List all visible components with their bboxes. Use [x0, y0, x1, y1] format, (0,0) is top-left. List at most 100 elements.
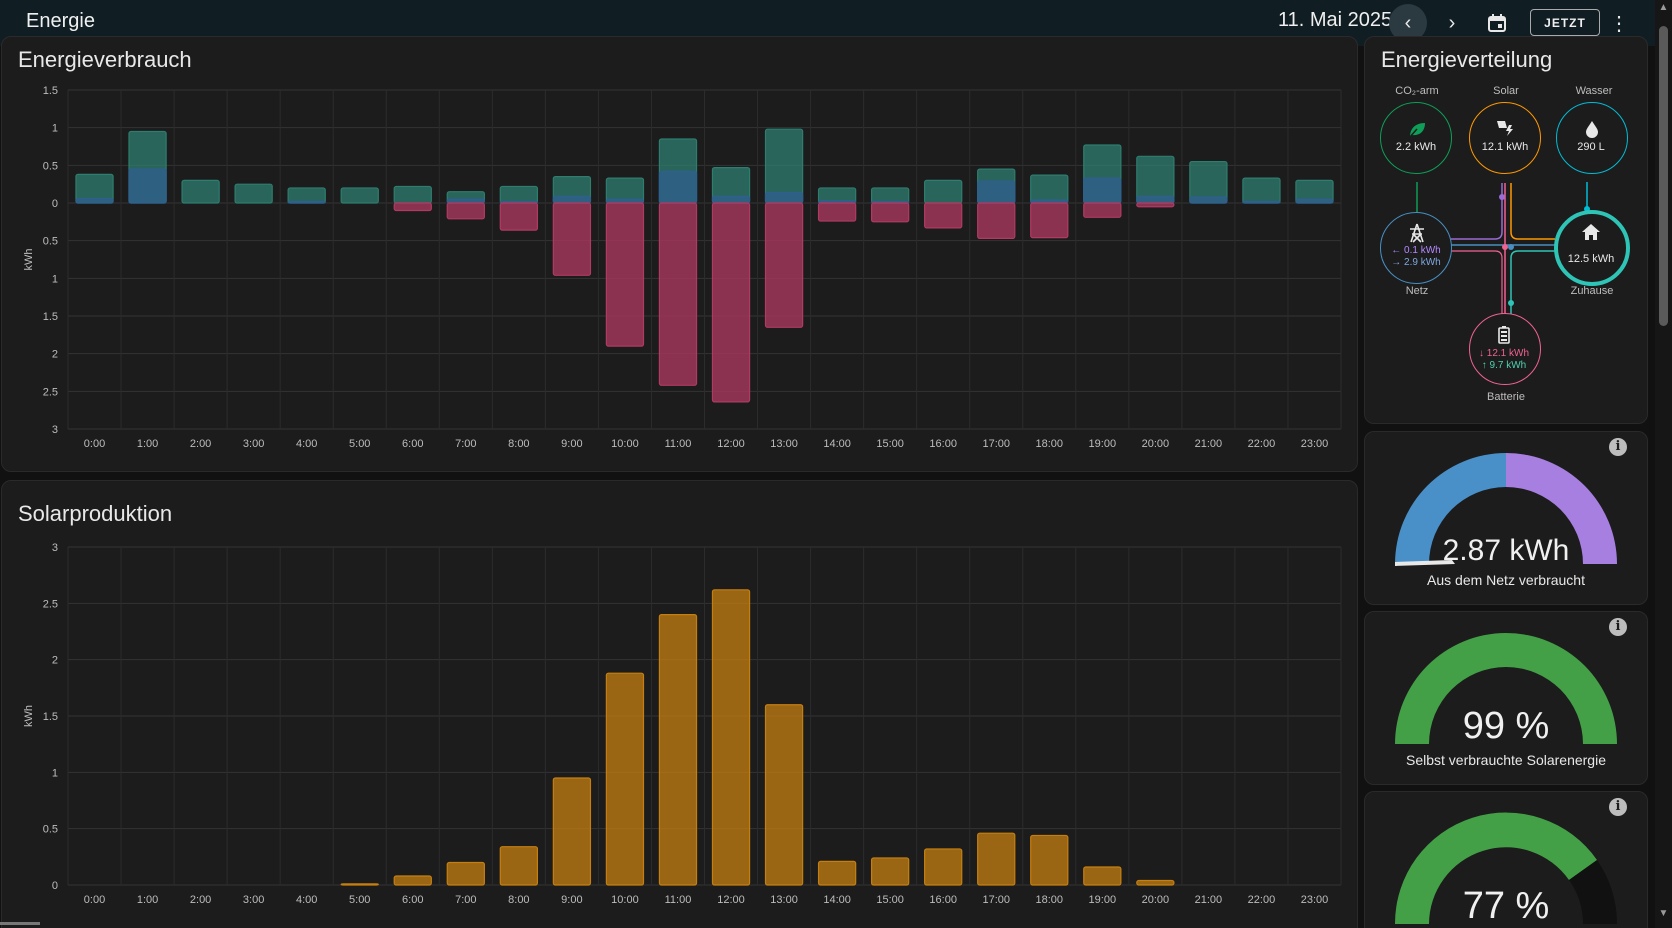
- chart-bar: [234, 183, 273, 204]
- chart-bar: [393, 875, 432, 886]
- scroll-up-arrow-icon[interactable]: ▲: [1656, 2, 1671, 13]
- date-label: 11. Mai 2025: [1278, 9, 1393, 31]
- battery-icon: [1498, 326, 1510, 344]
- gauge-value: 99 %: [1462, 705, 1550, 747]
- chart-bar: [764, 202, 804, 328]
- chevron-left-icon: ‹: [1404, 11, 1412, 34]
- x-tick-label: 4:00: [296, 438, 317, 450]
- solar-label: Solar: [1493, 85, 1519, 97]
- y-axis-label: kWh: [23, 705, 35, 727]
- chart-bar: [287, 200, 326, 204]
- chart-bar: [181, 179, 220, 204]
- chart-bar: [605, 202, 645, 347]
- energy-distribution-card: Energieverteilung CO₂-arm 2.2 kWh Solar …: [1364, 36, 1648, 424]
- chart-bar: [817, 860, 857, 886]
- x-tick-label: 20:00: [1142, 438, 1170, 450]
- solar-circle[interactable]: [1469, 102, 1541, 174]
- battery-in-value: 12.1 kWh: [1486, 348, 1530, 359]
- x-tick-label: 0:00: [84, 438, 105, 450]
- water-circle[interactable]: [1556, 102, 1628, 174]
- x-tick-label: 4:00: [296, 894, 317, 906]
- x-tick-label: 19:00: [1089, 894, 1117, 906]
- y-tick-label: 2: [52, 655, 58, 667]
- x-tick-label: 16:00: [929, 894, 957, 906]
- chart-bar: [658, 170, 698, 204]
- battery-out-value: 9.7 kWh: [1489, 360, 1527, 371]
- water-value: 290 L: [1577, 141, 1605, 153]
- chart-bar: [711, 589, 751, 886]
- scrollbar-thumb[interactable]: [1659, 26, 1668, 326]
- x-tick-label: 3:00: [243, 438, 264, 450]
- x-tick-label: 10:00: [611, 894, 639, 906]
- water-drop-icon: [1586, 121, 1598, 138]
- chart-bar: [552, 202, 592, 276]
- chart-bar: [924, 179, 963, 204]
- chart-bar: [499, 185, 539, 204]
- chart-bar: [499, 846, 539, 886]
- self-sufficiency-gauge-card: i 77 %: [1364, 791, 1648, 928]
- y-tick-label: 2: [52, 349, 58, 361]
- chart-bar: [1136, 195, 1175, 204]
- gauge-value: 77 %: [1462, 885, 1550, 927]
- home-circle[interactable]: [1554, 210, 1630, 286]
- solar-value: 12.1 kWh: [1481, 141, 1529, 153]
- chart-bar: [128, 168, 167, 204]
- chart-bar: [764, 704, 804, 886]
- chart-bar: [552, 195, 592, 204]
- x-tick-label: 23:00: [1301, 894, 1329, 906]
- grid-out-value: 2.9 kWh: [1404, 257, 1441, 268]
- solar-power-icon: [1497, 121, 1513, 136]
- x-tick-label: 0:00: [84, 894, 105, 906]
- home-label: Zuhause: [1570, 285, 1614, 297]
- grid-consumption-gauge-card: i 2.87 kWh Aus dem Netz verbraucht: [1364, 431, 1648, 605]
- chart-bar: [1242, 200, 1281, 204]
- battery-in-row: ↓ 12.1 kWh: [1478, 348, 1530, 359]
- chart-bar: [340, 883, 379, 886]
- self-consumed-solar-gauge-card: i 99 % Selbst verbrauchte Solarenergie: [1364, 611, 1648, 785]
- x-tick-label: 8:00: [508, 894, 529, 906]
- x-tick-label: 22:00: [1248, 894, 1276, 906]
- chart-bar: [499, 202, 539, 231]
- x-tick-label: 10:00: [611, 438, 639, 450]
- y-tick-label: 3: [52, 542, 58, 554]
- chart-bar: [1030, 834, 1069, 886]
- x-tick-label: 11:00: [665, 894, 692, 906]
- y-tick-label: 1.5: [43, 85, 58, 97]
- x-tick-label: 14:00: [823, 894, 851, 906]
- solar-production-card: Solarproduktion 0 0.5 1 1.5 2 2.5 3 kWh 0:00 1:00…: [1, 480, 1358, 928]
- battery-out-row: ↑ 9.7 kWh: [1481, 360, 1527, 371]
- x-tick-label: 13:00: [770, 894, 798, 906]
- y-tick-label: 1.5: [43, 711, 58, 723]
- chart-bar: [393, 202, 432, 212]
- x-tick-label: 19:00: [1089, 438, 1117, 450]
- transmission-tower-icon: [1410, 223, 1424, 243]
- energy-consumption-card: Energieverbrauch 1.5 1 0.5 0 0.5 1 1.5 2 2.5 3 kWh…: [1, 36, 1358, 472]
- x-tick-label: 11:00: [665, 438, 692, 450]
- y-tick-label: 1: [52, 767, 58, 779]
- home-icon: [1582, 224, 1600, 240]
- chart-bar: [764, 191, 804, 204]
- now-button[interactable]: JETZT: [1530, 9, 1600, 36]
- scroll-down-arrow-icon[interactable]: ▼: [1656, 908, 1671, 919]
- x-tick-label: 18:00: [1036, 894, 1064, 906]
- x-tick-label: 17:00: [982, 438, 1010, 450]
- chart-bar: [977, 180, 1016, 204]
- chart-bar: [446, 861, 485, 886]
- x-tick-label: 13:00: [770, 438, 798, 450]
- x-tick-label: 2:00: [190, 894, 211, 906]
- chart-bar: [870, 857, 910, 886]
- grid-in-row: ← 0.1 kWh: [1391, 245, 1441, 256]
- chart-bar: [870, 202, 910, 223]
- chart-bar: [1030, 202, 1069, 239]
- y-tick-label: 1: [52, 273, 58, 285]
- y-tick-label: 2.5: [43, 386, 58, 398]
- x-tick-label: 7:00: [455, 894, 476, 906]
- x-tick-label: 3:00: [243, 894, 264, 906]
- chart-bar: [924, 202, 963, 229]
- chart-bar: [1136, 202, 1175, 208]
- battery-label: Batterie: [1487, 391, 1525, 403]
- chart-bar: [1083, 177, 1122, 204]
- y-tick-label: 1.5: [43, 311, 58, 323]
- x-tick-label: 20:00: [1142, 894, 1170, 906]
- x-tick-label: 21:00: [1195, 438, 1223, 450]
